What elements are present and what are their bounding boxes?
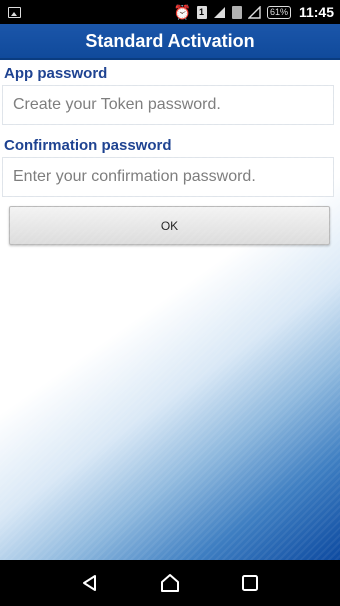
app-password-label: App password xyxy=(4,65,108,82)
phone-screen: ⏰ 1 61% 11:45 Standard Activation App pa… xyxy=(0,0,340,606)
status-time: 11:45 xyxy=(298,4,334,20)
battery-percent: 61% xyxy=(269,7,288,17)
back-icon xyxy=(83,575,96,591)
app-password-input[interactable] xyxy=(2,85,334,125)
image-notification-icon xyxy=(8,6,21,18)
sim-icon: 1 xyxy=(196,5,207,19)
recents-icon xyxy=(242,575,258,591)
back-button[interactable] xyxy=(75,568,105,598)
navigation-bar xyxy=(0,560,340,606)
activation-form: App password Confirmation password OK xyxy=(0,60,340,560)
confirmation-password-label: Confirmation password xyxy=(4,137,172,154)
signal-icon xyxy=(213,6,226,19)
sim-label: 1 xyxy=(198,6,204,17)
alarm-icon: ⏰ xyxy=(173,4,191,20)
home-button[interactable] xyxy=(155,568,185,598)
ok-button[interactable]: OK xyxy=(9,206,330,245)
sim2-icon xyxy=(231,5,242,19)
recents-button[interactable] xyxy=(235,568,265,598)
status-bar: ⏰ 1 61% 11:45 xyxy=(0,0,340,24)
battery-indicator: 61% xyxy=(266,5,291,19)
confirmation-password-input[interactable] xyxy=(2,157,334,197)
home-icon xyxy=(161,574,179,592)
signal2-icon xyxy=(247,5,261,19)
page-title: Standard Activation xyxy=(85,30,255,51)
app-header: Standard Activation xyxy=(0,24,340,60)
